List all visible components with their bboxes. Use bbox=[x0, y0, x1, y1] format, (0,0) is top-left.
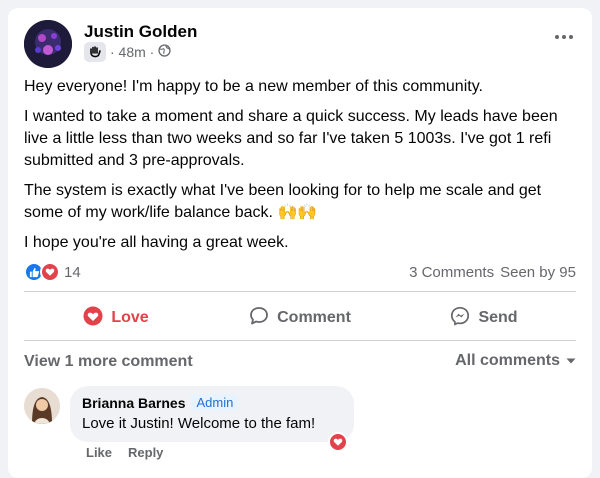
admin-badge: Admin bbox=[191, 394, 239, 411]
comment-actions: Like Reply bbox=[86, 445, 163, 460]
comment-like-button[interactable]: Like bbox=[86, 445, 112, 460]
post-stats: 14 3 Comments Seen by 95 bbox=[24, 262, 576, 282]
divider bbox=[24, 291, 576, 292]
post-meta: · 48m · bbox=[84, 42, 171, 62]
comment-reply-button[interactable]: Reply bbox=[128, 445, 163, 460]
post-card: Justin Golden · 48m · Hey everyone! I'm … bbox=[8, 8, 592, 478]
comment-sort-label: All comments bbox=[455, 352, 560, 369]
messenger-icon bbox=[450, 306, 470, 331]
comment-sort-dropdown[interactable]: All comments bbox=[455, 352, 576, 370]
reaction-icons[interactable] bbox=[24, 262, 60, 282]
commenter-avatar[interactable] bbox=[24, 388, 60, 424]
chevron-down-icon bbox=[566, 352, 576, 370]
view-more-comments-link[interactable]: View 1 more comment bbox=[24, 353, 193, 371]
comment-icon bbox=[249, 306, 269, 331]
comment-love-icon[interactable] bbox=[328, 432, 348, 452]
commenter-name[interactable]: Brianna Barnes bbox=[82, 395, 185, 411]
seen-count[interactable]: Seen by 95 bbox=[500, 264, 576, 281]
wave-hand-icon[interactable] bbox=[84, 42, 106, 62]
comment-header: Brianna Barnes Admin bbox=[82, 394, 342, 411]
reactions-count[interactable]: 14 bbox=[64, 264, 81, 281]
post-time[interactable]: · 48m · bbox=[110, 44, 154, 60]
post-paragraph: The system is exactly what I've been loo… bbox=[24, 182, 542, 221]
globe-icon bbox=[158, 44, 171, 60]
love-label: Love bbox=[111, 309, 149, 326]
send-label: Send bbox=[478, 309, 518, 326]
post-paragraph: I wanted to take a moment and share a qu… bbox=[24, 108, 558, 169]
love-icon bbox=[83, 306, 103, 331]
comment-label: Comment bbox=[277, 309, 351, 326]
send-button[interactable]: Send bbox=[392, 298, 576, 338]
author-avatar[interactable] bbox=[24, 20, 72, 68]
comment-bubble: Brianna Barnes Admin Love it Justin! Wel… bbox=[70, 386, 354, 442]
comment-button[interactable]: Comment bbox=[208, 298, 392, 338]
comment-text: Love it Justin! Welcome to the fam! bbox=[82, 415, 316, 432]
post-body: Hey everyone! I'm happy to be a new memb… bbox=[24, 76, 584, 262]
post-paragraph: I hope you're all having a great week. bbox=[24, 234, 289, 251]
love-button[interactable]: Love bbox=[24, 298, 208, 338]
more-options-button[interactable] bbox=[552, 30, 576, 44]
divider bbox=[24, 340, 576, 341]
post-paragraph: Hey everyone! I'm happy to be a new memb… bbox=[24, 78, 483, 95]
post-actions: Love Comment Send bbox=[24, 298, 576, 338]
comments-count[interactable]: 3 Comments bbox=[409, 264, 494, 281]
love-icon bbox=[40, 262, 60, 282]
author-name[interactable]: Justin Golden bbox=[84, 22, 197, 42]
